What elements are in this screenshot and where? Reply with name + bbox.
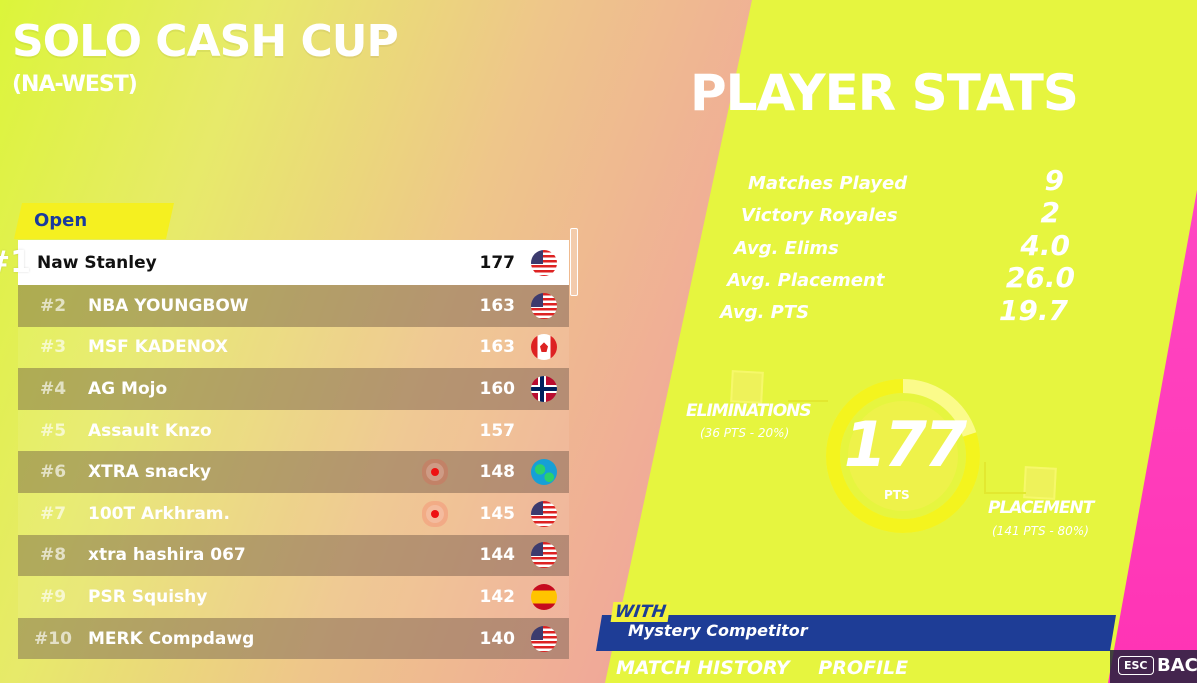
stat-label-victories: Victory Royales — [741, 205, 898, 226]
placement-label: PLACEMENT — [988, 498, 1094, 518]
leaderboard-scrollbar[interactable] — [570, 228, 578, 296]
globe-flag-icon — [531, 459, 557, 486]
rank: #6 — [39, 462, 67, 483]
with-label: WITH — [610, 602, 671, 622]
leaderboard-row[interactable]: #3 MSF KADENOX 163 — [18, 326, 569, 369]
leaderboard-row[interactable]: #9 PSR Squishy 142 — [18, 576, 569, 618]
leaderboard-row[interactable]: #2 NBA YOUNGBOW 163 — [18, 285, 569, 327]
rank: #9 — [39, 586, 67, 607]
player-name: PSR Squishy — [88, 586, 208, 607]
player-points: 163 — [479, 337, 516, 358]
back-label: BACK — [1157, 655, 1197, 676]
live-indicator-icon — [415, 468, 455, 477]
esc-key-icon: ESC — [1118, 656, 1154, 675]
rank: #2 — [39, 295, 67, 316]
player-points: 140 — [479, 628, 516, 649]
player-name: Assault Knzo — [88, 420, 212, 441]
player-name: Naw Stanley — [37, 252, 157, 273]
leaderboard-row[interactable]: #7 100T Arkhram. 145 — [18, 492, 569, 535]
rank: #7 — [39, 503, 67, 524]
stat-value-avg-placement: 26.0 — [1005, 261, 1075, 294]
tab-profile[interactable]: PROFILE — [818, 657, 908, 679]
eliminations-detail: (36 PTS - 20%) — [700, 426, 790, 440]
placement-badge-icon — [1023, 466, 1057, 500]
leaderboard-row[interactable]: #1 Naw Stanley 177 — [0, 240, 569, 285]
us-flag-icon — [531, 625, 557, 652]
player-name: MERK Compdawg — [88, 628, 255, 649]
stat-value-matches: 9 — [1044, 164, 1064, 197]
leaderboard-row[interactable]: #6 XTRA snacky 148 — [18, 451, 569, 493]
player-name: xtra hashira 067 — [88, 545, 246, 566]
total-points: 177 — [843, 408, 967, 481]
player-points: 160 — [479, 378, 516, 399]
region-subtitle: (NA-WEST) — [12, 72, 138, 97]
player-name: XTRA snacky — [88, 462, 212, 483]
us-flag-icon — [531, 249, 557, 276]
player-points: 144 — [479, 545, 516, 566]
us-flag-icon — [531, 500, 557, 527]
total-points-unit: PTS — [884, 488, 910, 502]
rank: #5 — [39, 420, 67, 441]
stat-value-avg-elims: 4.0 — [1020, 229, 1070, 262]
eliminations-label: ELIMINATIONS — [686, 401, 812, 421]
player-points: 148 — [479, 462, 516, 483]
bottom-tabs: MATCH HISTORY PROFILE — [616, 657, 930, 679]
rank: #4 — [39, 378, 67, 399]
player-points: 145 — [479, 503, 516, 524]
player-stats-title: PLAYER STATS — [690, 64, 1079, 122]
player-points: 163 — [479, 295, 516, 316]
rank: #10 — [34, 628, 72, 649]
us-flag-icon — [531, 542, 557, 569]
player-name: 100T Arkhram. — [88, 503, 230, 524]
eliminations-badge-icon — [730, 370, 764, 404]
player-name: MSF KADENOX — [88, 337, 228, 358]
leaderboard-row[interactable]: #5 Assault Knzo 157 — [18, 409, 569, 452]
spain-flag-icon — [531, 583, 557, 610]
placement-detail: (141 PTS - 80%) — [992, 524, 1089, 538]
live-indicator-icon — [415, 509, 455, 518]
player-points: 157 — [479, 420, 516, 441]
stat-label-avg-elims: Avg. Elims — [734, 238, 839, 259]
tab-open[interactable]: Open — [14, 203, 174, 239]
stat-label-matches: Matches Played — [748, 173, 908, 194]
canada-flag-icon — [531, 334, 557, 361]
page-title: SOLO CASH CUP — [12, 16, 399, 67]
player-name: AG Mojo — [88, 378, 168, 399]
with-value: Mystery Competitor — [628, 621, 808, 640]
leaderboard-row[interactable]: #4 AG Mojo 160 — [18, 368, 569, 410]
rank: #8 — [39, 545, 67, 566]
leaderboard-row[interactable]: #10 MERK Compdawg 140 — [18, 617, 569, 660]
norway-flag-icon — [531, 375, 557, 402]
stat-value-victories: 2 — [1040, 196, 1060, 229]
stat-label-avg-placement: Avg. Placement — [727, 270, 885, 291]
tab-match-history[interactable]: MATCH HISTORY — [616, 657, 790, 679]
us-flag-icon — [531, 292, 557, 319]
rank: #1 — [0, 245, 31, 280]
stat-value-avg-pts: 19.7 — [998, 294, 1068, 327]
stat-label-avg-pts: Avg. PTS — [720, 302, 810, 323]
rank: #3 — [39, 337, 67, 358]
leaderboard-row[interactable]: #8 xtra hashira 067 144 — [18, 534, 569, 577]
leaderboard: #1 Naw Stanley 177 #2 NBA YOUNGBOW 163 #… — [0, 240, 569, 660]
player-name: NBA YOUNGBOW — [88, 295, 249, 316]
tab-open-label: Open — [34, 210, 88, 231]
player-points: 177 — [479, 252, 516, 273]
player-points: 142 — [479, 586, 516, 607]
